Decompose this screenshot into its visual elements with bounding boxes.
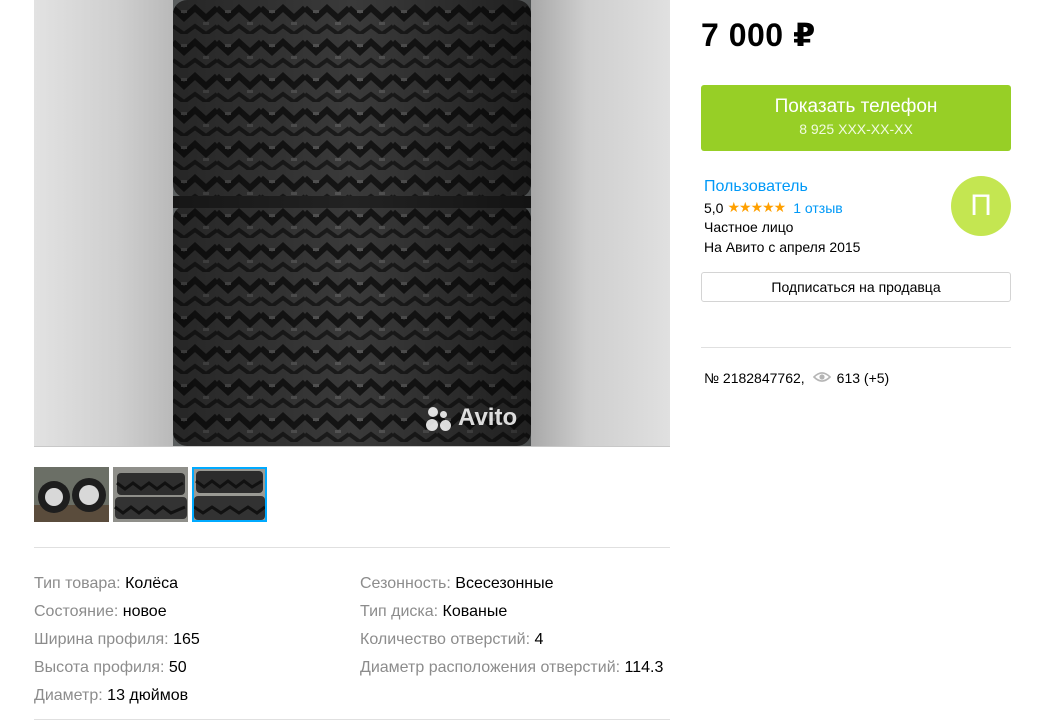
param-value: 114.3 bbox=[624, 659, 664, 676]
param-row: Количество отверстий: 4 bbox=[360, 626, 663, 654]
rating-value: 5,0 bbox=[704, 199, 724, 216]
param-label: Высота профиля: bbox=[34, 659, 165, 676]
param-value: новое bbox=[122, 603, 167, 620]
item-number: № 2182847762, bbox=[704, 370, 805, 386]
avito-logo-icon bbox=[426, 405, 452, 431]
param-value: 13 дюймов bbox=[107, 687, 189, 704]
params-column-left: Тип товара: Колёса Состояние: новое Шири… bbox=[34, 570, 200, 710]
item-price: 7 000 ₽ bbox=[701, 17, 816, 53]
reviews-link[interactable]: 1 отзыв bbox=[793, 200, 843, 216]
seller-rating: 5,0 ★★★★★ 1 отзыв bbox=[704, 199, 843, 216]
param-value: 50 bbox=[168, 659, 187, 676]
param-row: Диаметр расположения отверстий: 114.3 bbox=[360, 654, 663, 682]
phone-number-masked: 8 925 XXX-XX-XX bbox=[799, 121, 913, 137]
photo-blur-right bbox=[531, 0, 670, 446]
view-count: 613 (+5) bbox=[836, 370, 890, 386]
param-label: Ширина профиля: bbox=[34, 631, 169, 648]
param-row: Сезонность: Всесезонные bbox=[360, 570, 663, 598]
avito-watermark: Avito bbox=[426, 404, 517, 432]
thumbnail-strip bbox=[34, 467, 267, 522]
param-value: Всесезонные bbox=[455, 575, 554, 592]
divider-top bbox=[34, 547, 670, 548]
show-phone-button[interactable]: Показать телефон 8 925 XXX-XX-XX bbox=[701, 85, 1011, 151]
seller-avatar[interactable]: П bbox=[951, 176, 1011, 236]
param-row: Тип товара: Колёса bbox=[34, 570, 200, 598]
param-label: Сезонность: bbox=[360, 575, 451, 592]
eye-icon bbox=[812, 370, 831, 386]
rating-stars-icon: ★★★★★ bbox=[727, 199, 786, 215]
param-label: Тип диска: bbox=[360, 603, 439, 620]
watermark-text: Avito bbox=[458, 404, 518, 431]
subscribe-seller-button[interactable]: Подписаться на продавца bbox=[701, 272, 1011, 302]
param-row: Высота профиля: 50 bbox=[34, 654, 200, 682]
seller-type: Частное лицо bbox=[704, 219, 794, 235]
show-phone-label: Показать телефон bbox=[774, 96, 938, 117]
param-value: 4 bbox=[534, 631, 544, 648]
params-column-right: Сезонность: Всесезонные Тип диска: Кован… bbox=[360, 570, 663, 682]
seller-since: На Авито с апреля 2015 bbox=[704, 239, 861, 255]
thumbnail-2[interactable] bbox=[113, 467, 188, 522]
item-meta: № 2182847762, 613 (+5) bbox=[704, 370, 889, 386]
param-label: Диаметр: bbox=[34, 687, 103, 704]
param-row: Тип диска: Кованые bbox=[360, 598, 663, 626]
param-label: Тип товара: bbox=[34, 575, 121, 592]
param-label: Состояние: bbox=[34, 603, 119, 620]
seller-name-link[interactable]: Пользователь bbox=[704, 178, 808, 196]
param-value: Кованые bbox=[442, 603, 508, 620]
param-label: Количество отверстий: bbox=[360, 631, 531, 648]
thumbnail-1[interactable] bbox=[34, 467, 109, 522]
param-value: Колёса bbox=[125, 575, 179, 592]
main-photo[interactable]: Avito bbox=[34, 0, 670, 447]
param-value: 165 bbox=[173, 631, 200, 648]
param-row: Диаметр: 13 дюймов bbox=[34, 682, 200, 710]
param-row: Состояние: новое bbox=[34, 598, 200, 626]
param-label: Диаметр расположения отверстий: bbox=[360, 659, 621, 676]
thumbnail-3-active[interactable] bbox=[192, 467, 267, 522]
param-row: Ширина профиля: 165 bbox=[34, 626, 200, 654]
divider-right bbox=[701, 347, 1011, 348]
photo-blur-left bbox=[34, 0, 174, 446]
tire-photo bbox=[173, 0, 531, 446]
divider-bottom bbox=[34, 719, 670, 720]
